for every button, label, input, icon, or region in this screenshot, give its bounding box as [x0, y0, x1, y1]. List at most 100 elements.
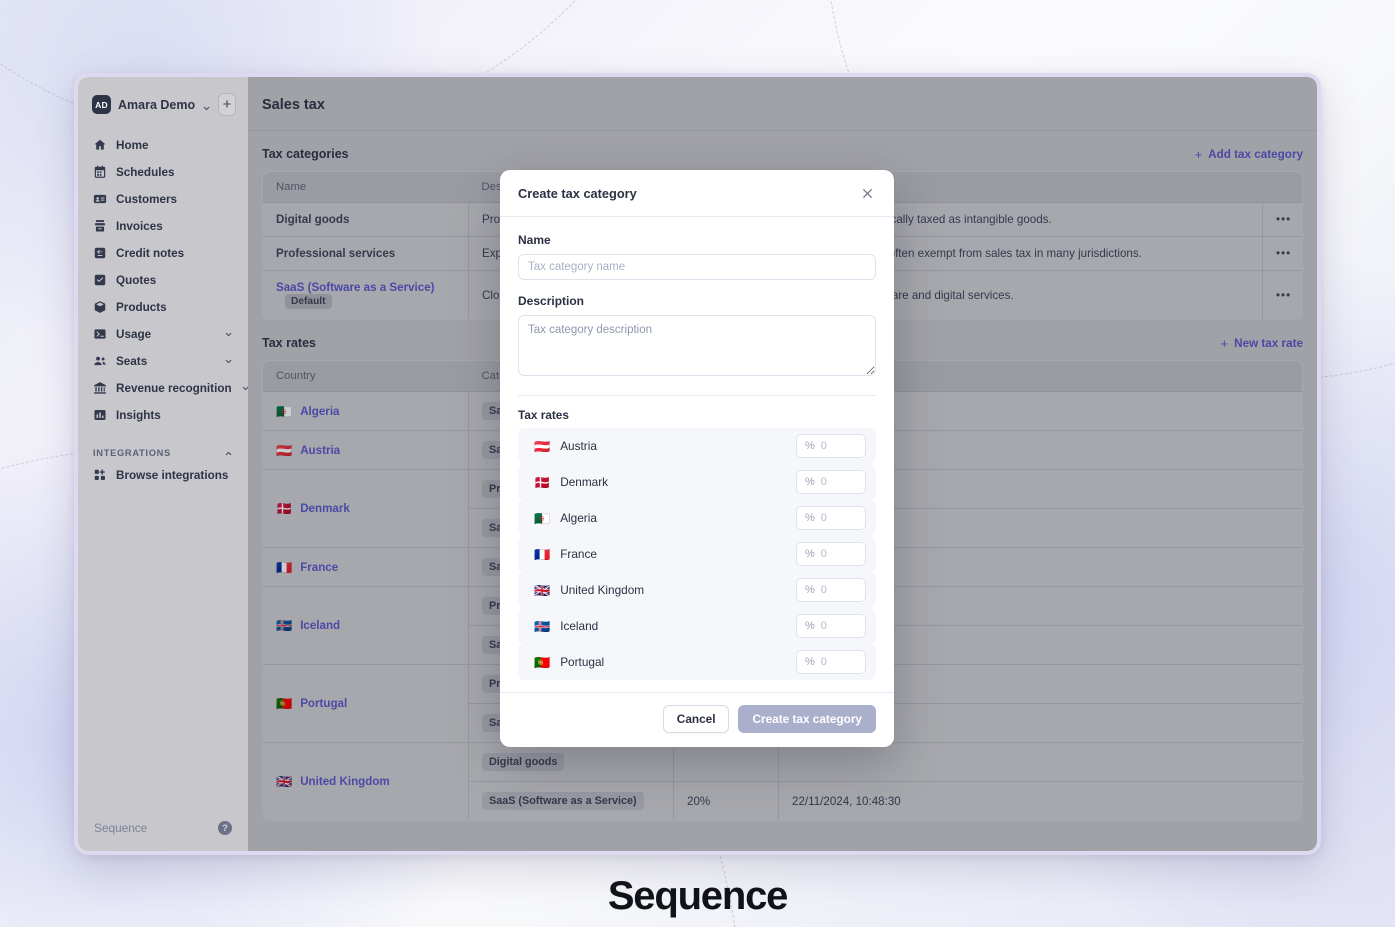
sidebar-item-products[interactable]: Products	[86, 294, 240, 320]
sidebar-item-home[interactable]: Home	[86, 132, 240, 158]
sidebar-item-insights[interactable]: Insights	[86, 402, 240, 428]
dialog-title: Create tax category	[518, 186, 637, 201]
sidebar-item-label: Seats	[116, 354, 148, 368]
sidebar-item-credit-notes[interactable]: Credit notes	[86, 240, 240, 266]
quote-icon	[93, 273, 107, 287]
chevron-down-icon	[224, 357, 233, 366]
sidebar-item-schedules[interactable]: Schedules	[86, 159, 240, 185]
rate-input-wrapper: %	[796, 578, 866, 602]
sidebar-item-label: Revenue recognition	[116, 381, 232, 395]
brand-label: Sequence	[94, 821, 148, 835]
people-icon	[93, 354, 107, 368]
rate-row: 🇬🇧 United Kingdom %	[518, 572, 876, 608]
avatar: AD	[92, 95, 111, 114]
sidebar-group-integrations[interactable]: INTEGRATIONS	[86, 434, 240, 462]
box-icon	[93, 300, 107, 314]
sidebar-item-usage[interactable]: Usage	[86, 321, 240, 347]
calendar-icon	[93, 165, 107, 179]
flag-icon: 🇬🇧	[534, 582, 551, 598]
flag-icon: 🇦🇹	[534, 438, 551, 454]
sidebar-item-browse-integrations[interactable]: Browse integrations	[86, 462, 240, 488]
percent-icon: %	[805, 584, 815, 596]
rate-input[interactable]	[820, 620, 857, 632]
description-field-label: Description	[518, 294, 585, 308]
percent-icon: %	[805, 440, 815, 452]
rate-country-label: Iceland	[560, 619, 599, 633]
org-switcher[interactable]: AD Amara Demo +	[78, 77, 248, 128]
create-tax-category-dialog: Create tax category Name Description Tax…	[500, 170, 894, 747]
sidebar-item-seats[interactable]: Seats	[86, 348, 240, 374]
flag-icon: 🇫🇷	[534, 546, 551, 562]
rate-country-label: Portugal	[560, 655, 605, 669]
rate-input-wrapper: %	[796, 434, 866, 458]
rate-input[interactable]	[820, 476, 857, 488]
percent-icon: %	[805, 548, 815, 560]
chart-icon	[93, 408, 107, 422]
sidebar-item-label: Quotes	[116, 273, 157, 287]
rate-input-wrapper: %	[796, 506, 866, 530]
rate-input-wrapper: %	[796, 614, 866, 638]
percent-icon: %	[805, 620, 815, 632]
rate-country-label: France	[560, 547, 597, 561]
sidebar-nav: Home Schedules Customers Invoices Credit…	[78, 128, 248, 809]
chevron-down-icon	[202, 100, 211, 111]
rate-country-label: Denmark	[560, 475, 609, 489]
sidebar-footer: Sequence ?	[78, 809, 248, 851]
rate-row: 🇵🇹 Portugal %	[518, 644, 876, 680]
rate-row: 🇮🇸 Iceland %	[518, 608, 876, 644]
rate-country-label: Algeria	[560, 511, 597, 525]
rate-input-wrapper: %	[796, 542, 866, 566]
sidebar-item-label: Credit notes	[116, 246, 185, 260]
page-watermark: Sequence	[607, 874, 789, 918]
name-field-label: Name	[518, 233, 551, 247]
sidebar-item-quotes[interactable]: Quotes	[86, 267, 240, 293]
chevron-down-icon	[224, 330, 233, 339]
sidebar-group-label: INTEGRATIONS	[93, 448, 171, 458]
new-button[interactable]: +	[218, 93, 236, 116]
bank-icon	[93, 381, 107, 395]
rate-country-label: Austria	[560, 439, 597, 453]
flag-icon: 🇩🇰	[534, 474, 551, 490]
rate-row: 🇫🇷 France %	[518, 536, 876, 572]
sidebar-item-label: Customers	[116, 192, 178, 206]
invoice-icon	[93, 219, 107, 233]
description-input[interactable]	[518, 315, 876, 376]
rate-input[interactable]	[820, 512, 857, 524]
rate-row: 🇩🇿 Algeria %	[518, 500, 876, 536]
sidebar-item-customers[interactable]: Customers	[86, 186, 240, 212]
rate-input[interactable]	[820, 584, 857, 596]
close-icon[interactable]	[859, 185, 876, 202]
chevron-up-icon	[224, 449, 233, 458]
help-icon[interactable]: ?	[218, 821, 232, 835]
flag-icon: 🇮🇸	[534, 618, 551, 634]
rate-input-wrapper: %	[796, 650, 866, 674]
sidebar-item-revenue-recognition[interactable]: Revenue recognition	[86, 375, 248, 401]
rate-input[interactable]	[820, 548, 857, 560]
sidebar-item-label: Insights	[116, 408, 161, 422]
name-input[interactable]	[518, 254, 876, 280]
rate-input[interactable]	[820, 656, 857, 668]
divider	[518, 395, 876, 396]
org-name: Amara Demo	[118, 97, 196, 112]
dialog-body: Name Description Tax rates 🇦🇹 Austria %	[500, 217, 894, 692]
percent-icon: %	[805, 512, 815, 524]
percent-icon: %	[805, 476, 815, 488]
grid-plus-icon	[93, 468, 107, 482]
dialog-footer: Cancel Create tax category	[500, 692, 894, 747]
page-root: AD Amara Demo + Home Schedules Customers…	[0, 0, 1395, 927]
sidebar-item-label: Browse integrations	[116, 468, 229, 482]
rate-input[interactable]	[820, 440, 857, 452]
sidebar-item-label: Home	[116, 138, 149, 152]
percent-icon: %	[805, 656, 815, 668]
dialog-header: Create tax category	[500, 170, 894, 217]
sidebar-item-label: Products	[116, 300, 167, 314]
id-card-icon	[93, 192, 107, 206]
rate-input-wrapper: %	[796, 470, 866, 494]
create-tax-category-button[interactable]: Create tax category	[738, 705, 876, 733]
rate-country-label: United Kingdom	[560, 583, 645, 597]
terminal-icon	[93, 327, 107, 341]
sidebar-item-invoices[interactable]: Invoices	[86, 213, 240, 239]
cancel-button[interactable]: Cancel	[662, 705, 730, 733]
flag-icon: 🇵🇹	[534, 654, 551, 670]
sidebar-item-label: Usage	[116, 327, 152, 341]
